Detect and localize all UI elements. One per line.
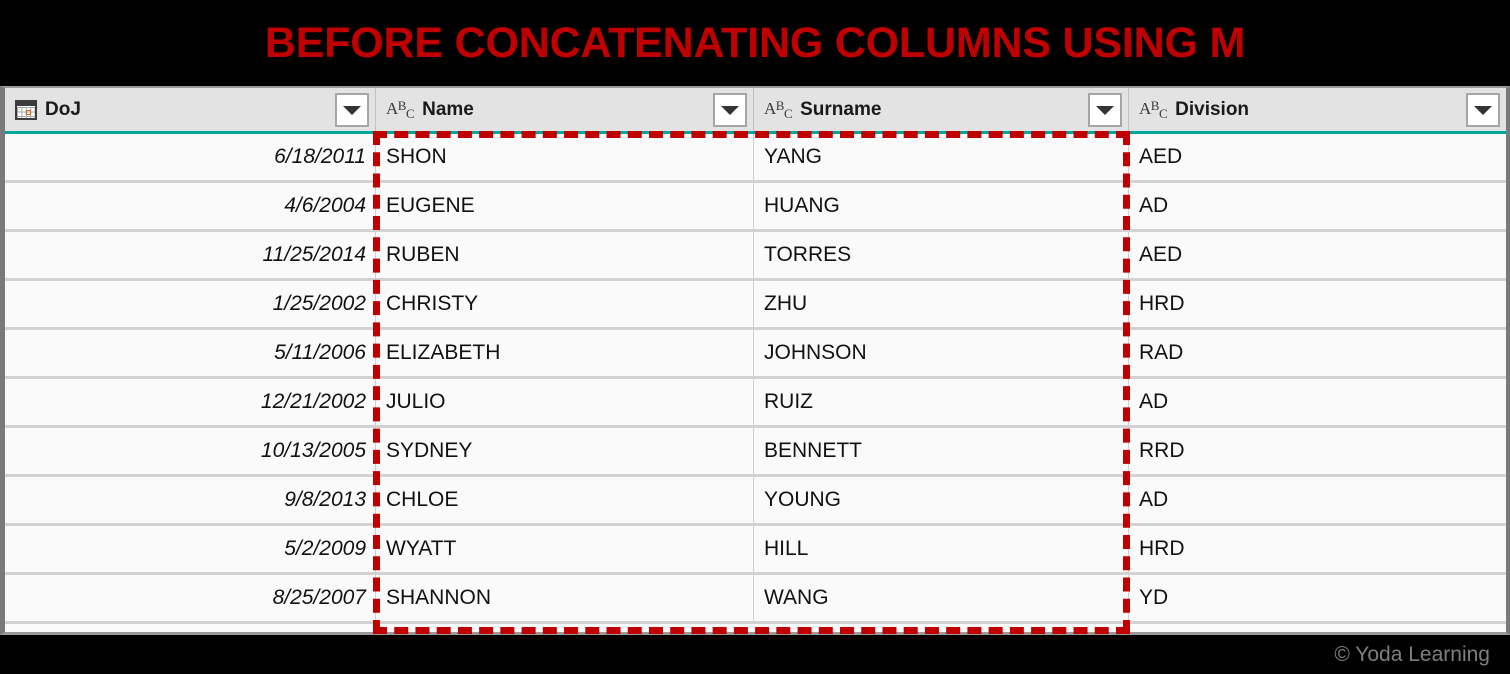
calendar-date-icon [15,99,37,120]
cell-doj[interactable]: 5/2/2009 [5,526,376,572]
cell-surname[interactable]: YANG [754,134,1129,180]
filter-dropdown-division[interactable] [1466,93,1500,127]
table-row[interactable]: 1/25/2002 CHRISTY ZHU HRD [5,281,1506,330]
cell-doj[interactable]: 10/13/2005 [5,428,376,474]
column-header-name[interactable]: ABC Name [376,88,754,131]
abc-text-icon: ABC [386,98,415,121]
cell-name[interactable]: SHON [376,134,754,180]
table-row[interactable]: 5/11/2006 ELIZABETH JOHNSON RAD [5,330,1506,379]
cell-surname[interactable]: WANG [754,575,1129,621]
cell-division[interactable]: HRD [1129,526,1506,572]
abc-text-icon: ABC [1139,98,1168,121]
cell-surname[interactable]: RUIZ [754,379,1129,425]
cell-division[interactable]: RRD [1129,428,1506,474]
table-body: 6/18/2011 SHON YANG AED 4/6/2004 EUGENE HUANG A… [5,134,1506,624]
chevron-down-icon [343,105,361,115]
cell-division[interactable]: AED [1129,232,1506,278]
cell-division[interactable]: AD [1129,477,1506,523]
cell-name[interactable]: EUGENE [376,183,754,229]
cell-name[interactable]: JULIO [376,379,754,425]
table-row[interactable]: 4/6/2004 EUGENE HUANG AD [5,183,1506,232]
cell-surname[interactable]: BENNETT [754,428,1129,474]
cell-division[interactable]: AD [1129,183,1506,229]
chevron-down-icon [1474,105,1492,115]
cell-division[interactable]: HRD [1129,281,1506,327]
table-row[interactable]: 11/25/2014 RUBEN TORRES AED [5,232,1506,281]
cell-surname[interactable]: HUANG [754,183,1129,229]
chevron-down-icon [721,105,739,115]
data-table: DoJ ABC Name ABC Surname ABC Division 6/… [0,86,1510,635]
cell-doj[interactable]: 5/11/2006 [5,330,376,376]
cell-name[interactable]: SHANNON [376,575,754,621]
table-row[interactable]: 9/8/2013 CHLOE YOUNG AD [5,477,1506,526]
column-header-label-doj: DoJ [45,98,81,120]
table-row[interactable]: 10/13/2005 SYDNEY BENNETT RRD [5,428,1506,477]
cell-name[interactable]: WYATT [376,526,754,572]
table-header-row: DoJ ABC Name ABC Surname ABC Division [5,88,1506,134]
cell-name[interactable]: ELIZABETH [376,330,754,376]
cell-division[interactable]: YD [1129,575,1506,621]
cell-division[interactable]: AED [1129,134,1506,180]
cell-doj[interactable]: 4/6/2004 [5,183,376,229]
footer-bar: © Yoda Learning [0,635,1510,674]
cell-surname[interactable]: HILL [754,526,1129,572]
cell-doj[interactable]: 12/21/2002 [5,379,376,425]
column-header-division[interactable]: ABC Division [1129,88,1506,131]
cell-surname[interactable]: YOUNG [754,477,1129,523]
filter-dropdown-doj[interactable] [335,93,369,127]
table-row[interactable]: 12/21/2002 JULIO RUIZ AD [5,379,1506,428]
cell-doj[interactable]: 9/8/2013 [5,477,376,523]
column-header-label-name: Name [422,98,474,120]
page-title: BEFORE CONCATENATING COLUMNS USING M [264,18,1246,67]
cell-doj[interactable]: 1/25/2002 [5,281,376,327]
cell-doj[interactable]: 6/18/2011 [5,134,376,180]
table-row[interactable]: 5/2/2009 WYATT HILL HRD [5,526,1506,575]
table-row[interactable]: 6/18/2011 SHON YANG AED [5,134,1506,183]
cell-division[interactable]: AD [1129,379,1506,425]
abc-text-icon: ABC [764,98,793,121]
table-row[interactable]: 8/25/2007 SHANNON WANG YD [5,575,1506,624]
column-header-doj[interactable]: DoJ [5,88,376,131]
column-header-label-division: Division [1175,98,1250,120]
cell-surname[interactable]: TORRES [754,232,1129,278]
cell-name[interactable]: CHLOE [376,477,754,523]
cell-division[interactable]: RAD [1129,330,1506,376]
cell-name[interactable]: RUBEN [376,232,754,278]
watermark-text: © Yoda Learning [1334,642,1490,666]
title-banner: BEFORE CONCATENATING COLUMNS USING M [0,0,1510,86]
cell-name[interactable]: SYDNEY [376,428,754,474]
filter-dropdown-name[interactable] [713,93,747,127]
filter-dropdown-surname[interactable] [1088,93,1122,127]
chevron-down-icon [1096,105,1114,115]
cell-surname[interactable]: ZHU [754,281,1129,327]
cell-doj[interactable]: 8/25/2007 [5,575,376,621]
cell-surname[interactable]: JOHNSON [754,330,1129,376]
cell-name[interactable]: CHRISTY [376,281,754,327]
column-header-label-surname: Surname [800,98,882,120]
column-header-surname[interactable]: ABC Surname [754,88,1129,131]
cell-doj[interactable]: 11/25/2014 [5,232,376,278]
